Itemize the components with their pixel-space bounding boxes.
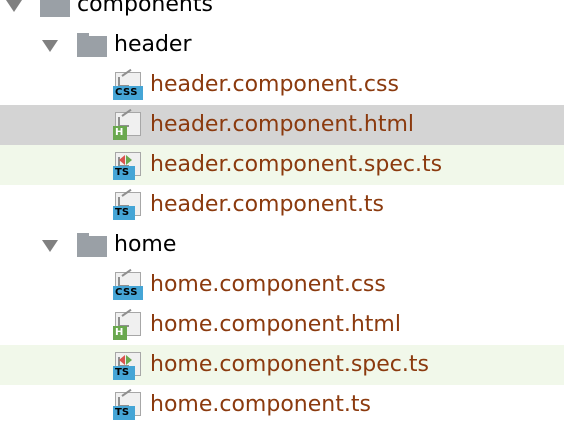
file-label-header-html: header.component.html xyxy=(150,112,415,137)
html-file-icon: H xyxy=(113,108,143,140)
folder-icon xyxy=(40,0,70,17)
file-label-home-spec: home.component.spec.ts xyxy=(150,352,429,377)
file-label-header-ts: header.component.ts xyxy=(150,192,385,217)
html-file-icon: H xyxy=(113,308,143,340)
tree-row-header-folder[interactable]: header xyxy=(0,25,564,65)
folder-label-components: components xyxy=(77,0,213,17)
file-label-header-css: header.component.css xyxy=(150,72,399,97)
file-label-home-html: home.component.html xyxy=(150,312,401,337)
chevron-down-icon[interactable] xyxy=(42,40,58,52)
css-file-icon: CSS xyxy=(113,268,143,300)
file-label-header-spec: header.component.spec.ts xyxy=(150,152,443,177)
file-label-home-css: home.component.css xyxy=(150,272,386,297)
tree-row-home-spec[interactable]: TS home.component.spec.ts xyxy=(0,345,564,385)
folder-icon xyxy=(77,33,107,57)
tree-row-home-html[interactable]: H home.component.html xyxy=(0,305,564,345)
spec-ts-file-icon: TS xyxy=(113,352,143,380)
chevron-down-icon[interactable] xyxy=(6,0,22,12)
tree-row-header-css[interactable]: CSS header.component.css xyxy=(0,65,564,105)
tree-row-home-css[interactable]: CSS home.component.css xyxy=(0,265,564,305)
tree-row-header-ts[interactable]: TS header.component.ts xyxy=(0,185,564,225)
tree-row-home-ts[interactable]: TS home.component.ts xyxy=(0,385,564,425)
file-tree: components header CSS header.component.c… xyxy=(0,0,564,425)
folder-icon xyxy=(77,233,107,257)
spec-ts-file-icon: TS xyxy=(113,152,143,180)
file-label-home-ts: home.component.ts xyxy=(150,392,371,417)
tree-row-home-folder[interactable]: home xyxy=(0,225,564,265)
ts-file-icon: TS xyxy=(113,388,143,420)
folder-label-home: home xyxy=(114,232,177,257)
chevron-down-icon[interactable] xyxy=(42,240,58,252)
tree-row-header-html[interactable]: H header.component.html xyxy=(0,105,564,145)
css-file-icon: CSS xyxy=(113,68,143,100)
tree-row-header-spec[interactable]: TS header.component.spec.ts xyxy=(0,145,564,185)
folder-label-header: header xyxy=(114,32,192,57)
tree-row-components[interactable]: components xyxy=(0,0,564,25)
ts-file-icon: TS xyxy=(113,188,143,220)
